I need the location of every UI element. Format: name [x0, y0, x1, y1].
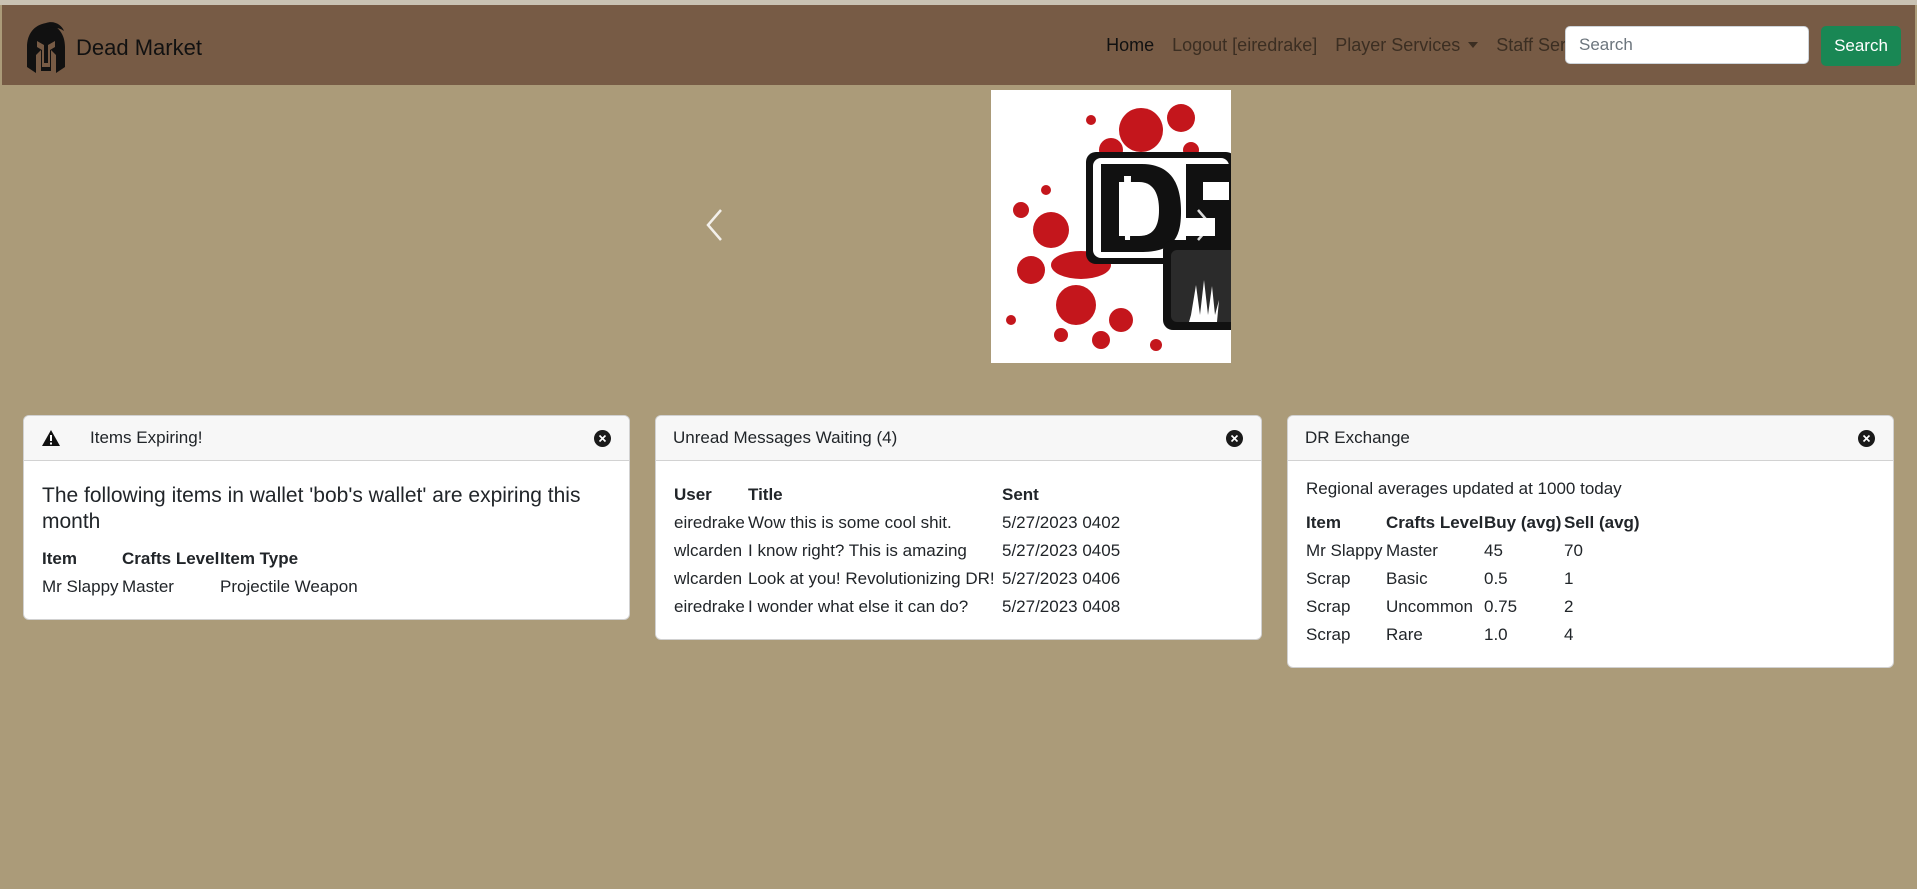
unread-messages-title: Unread Messages Waiting (4) — [673, 428, 898, 447]
unread-messages-card: Unread Messages Waiting (4) User Title S… — [655, 415, 1262, 640]
table-row: Scrap Rare 1.0 4 — [1306, 621, 1654, 649]
table-cell: 45 — [1484, 541, 1503, 560]
message-sent: 5/27/2023 0406 — [1002, 569, 1121, 588]
dr-exchange-close-button[interactable] — [1858, 430, 1875, 447]
message-user: eiredrake — [674, 513, 745, 532]
nav-logout-link[interactable]: Logout [eiredrake] — [1172, 35, 1317, 56]
message-title: I know right? This is amazing — [748, 541, 967, 560]
items-expiring-close-button[interactable] — [594, 430, 611, 447]
brand-link[interactable]: Dead Market — [24, 21, 202, 75]
table-cell: Master — [1386, 541, 1438, 560]
brand-name: Dead Market — [76, 35, 202, 60]
table-cell: Scrap — [1306, 625, 1351, 644]
message-title: Look at you! Revolutionizing DR! — [748, 569, 995, 588]
message-sent: 5/27/2023 0408 — [1002, 597, 1121, 616]
unread-messages-close-button[interactable] — [1226, 430, 1243, 447]
table-cell: 0.75 — [1484, 597, 1518, 616]
table-cell: Scrap — [1306, 597, 1351, 616]
items-expiring-card: Items Expiring! The following items in w… — [23, 415, 630, 620]
table-cell: Scrap — [1306, 569, 1351, 588]
message-user: wlcarden — [674, 541, 743, 560]
unread-messages-header: Unread Messages Waiting (4) — [656, 416, 1261, 461]
table-cell: Master — [122, 577, 174, 596]
table-cell: Basic — [1386, 569, 1428, 588]
dr-exchange-body: Regional averages updated at 1000 today … — [1288, 461, 1893, 667]
column-header: User — [674, 485, 712, 504]
table-row: Mr Slappy Master Projectile Weapon — [42, 573, 380, 601]
table-row: Scrap Basic 0.5 1 — [1306, 565, 1654, 593]
items-expiring-header: Items Expiring! — [24, 416, 629, 461]
column-header: Sell (avg) — [1564, 513, 1640, 532]
expiring-message: The following items in wallet 'bob's wal… — [42, 484, 581, 533]
exchange-table: Item Crafts Level Buy (avg) Sell (avg) M… — [1306, 509, 1654, 649]
search-input[interactable] — [1565, 26, 1809, 64]
message-user: wlcarden — [674, 569, 743, 588]
message-sent: 5/27/2023 0405 — [1002, 541, 1121, 560]
message-sent: 5/27/2023 0402 — [1002, 513, 1121, 532]
message-row[interactable]: wlcarden Look at you! Revolutionizing DR… — [674, 565, 1132, 593]
table-cell: 1.0 — [1484, 625, 1508, 644]
unread-messages-body: User Title Sent eiredrake Wow this is so… — [656, 461, 1261, 639]
table-cell: 2 — [1564, 597, 1574, 616]
table-header-row: User Title Sent — [674, 481, 1132, 509]
search-button[interactable]: Search — [1821, 26, 1901, 66]
table-row: Mr Slappy Master 45 70 — [1306, 537, 1654, 565]
table-cell: Rare — [1386, 625, 1423, 644]
column-header: Crafts Level — [122, 549, 220, 568]
nav-player-services-dropdown[interactable]: Player Services — [1335, 34, 1479, 56]
warning-icon — [42, 430, 60, 446]
close-icon — [1230, 434, 1239, 443]
carousel — [680, 90, 1240, 363]
items-expiring-title: Items Expiring! — [90, 428, 203, 447]
message-row[interactable]: eiredrake I wonder what else it can do? … — [674, 593, 1132, 621]
message-row[interactable]: eiredrake Wow this is some cool shit. 5/… — [674, 509, 1132, 537]
chevron-left-icon — [706, 209, 722, 241]
exchange-update-note: Regional averages updated at 1000 today — [1306, 479, 1622, 498]
message-title: Wow this is some cool shit. — [748, 513, 952, 532]
items-expiring-body: The following items in wallet 'bob's wal… — [24, 461, 629, 619]
table-cell: 4 — [1564, 625, 1574, 644]
messages-table: User Title Sent eiredrake Wow this is so… — [674, 481, 1132, 621]
carousel-next-button[interactable] — [1184, 190, 1224, 260]
table-cell: Uncommon — [1386, 597, 1473, 616]
player-services-label: Player Services — [1335, 34, 1461, 55]
caret-down-icon — [1468, 42, 1479, 48]
table-cell: Projectile Weapon — [220, 577, 358, 596]
dr-exchange-title: DR Exchange — [1305, 428, 1410, 447]
table-cell: 1 — [1564, 569, 1574, 588]
column-header: Buy (avg) — [1484, 513, 1562, 532]
table-row: Scrap Uncommon 0.75 2 — [1306, 593, 1654, 621]
dr-exchange-card: DR Exchange Regional averages updated at… — [1287, 415, 1894, 668]
table-header-row: Item Crafts Level Buy (avg) Sell (avg) — [1306, 509, 1654, 537]
column-header: Sent — [1002, 485, 1039, 504]
table-cell: 0.5 — [1484, 569, 1508, 588]
column-header: Item — [1306, 513, 1341, 532]
close-icon — [598, 434, 607, 443]
column-header: Item — [42, 549, 77, 568]
nav-home-link[interactable]: Home — [1106, 35, 1154, 56]
message-user: eiredrake — [674, 597, 745, 616]
carousel-prev-button[interactable] — [695, 190, 735, 260]
table-cell: Mr Slappy — [42, 577, 119, 596]
table-header-row: Item Crafts Level Item Type — [42, 545, 380, 573]
dr-exchange-header: DR Exchange — [1288, 416, 1893, 461]
nav-links: Home Logout [eiredrake] Player Services … — [1088, 5, 1625, 85]
table-cell: 70 — [1564, 541, 1583, 560]
column-header: Crafts Level — [1386, 513, 1484, 532]
message-row[interactable]: wlcarden I know right? This is amazing 5… — [674, 537, 1132, 565]
expiring-items-table: Item Crafts Level Item Type Mr Slappy Ma… — [42, 545, 380, 601]
column-header: Item Type — [220, 549, 299, 568]
chevron-right-icon — [1197, 209, 1213, 241]
message-title: I wonder what else it can do? — [748, 597, 969, 616]
spartan-helmet-logo-icon — [27, 22, 65, 73]
column-header: Title — [748, 485, 783, 504]
table-cell: Mr Slappy — [1306, 541, 1383, 560]
close-icon — [1862, 434, 1871, 443]
